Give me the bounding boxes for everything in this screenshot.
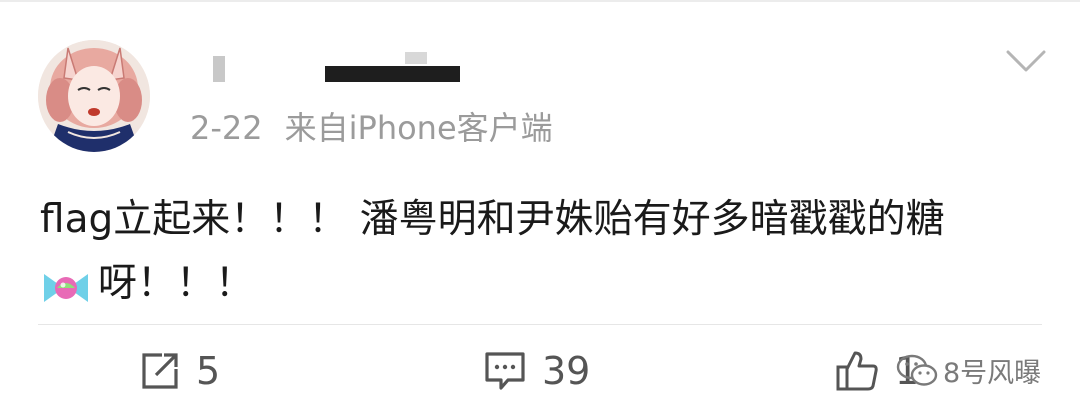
post-source: 来自iPhone客户端 [284, 109, 553, 147]
wechat-icon [895, 353, 939, 389]
post-content: flag立起来！！！ 潘粤明和尹姝贻有好多暗戳戳的糖 呀！！！ [40, 188, 1050, 316]
comment-icon [484, 351, 526, 391]
thumbs-up-icon [835, 349, 879, 393]
avatar[interactable] [38, 40, 150, 152]
actions-divider [38, 324, 1042, 325]
comment-count: 39 [542, 349, 591, 393]
post-content-line: flag立起来！！！ 潘粤明和尹姝贻有好多暗戳戳的糖 [40, 197, 945, 242]
repost-icon [140, 351, 180, 391]
comment-button[interactable]: 39 [484, 344, 590, 398]
avatar-illustration [38, 40, 150, 152]
candy-icon [40, 264, 92, 304]
watermark-text: 8号风曝 [943, 358, 1042, 389]
post-date: 2-22 [190, 109, 263, 147]
redaction-block [325, 66, 460, 82]
redaction-block [213, 56, 225, 82]
top-divider [0, 0, 1080, 2]
username-redacted [205, 52, 475, 86]
post-meta: 2-22 来自iPhone客户端 [190, 108, 553, 148]
repost-button[interactable]: 5 [140, 344, 220, 398]
watermark: 8号风曝 [895, 351, 1041, 390]
post-content-line: 呀！！！ [98, 261, 255, 306]
repost-count: 5 [196, 349, 221, 393]
chevron-down-icon[interactable] [1005, 48, 1047, 74]
redaction-block [405, 52, 427, 64]
